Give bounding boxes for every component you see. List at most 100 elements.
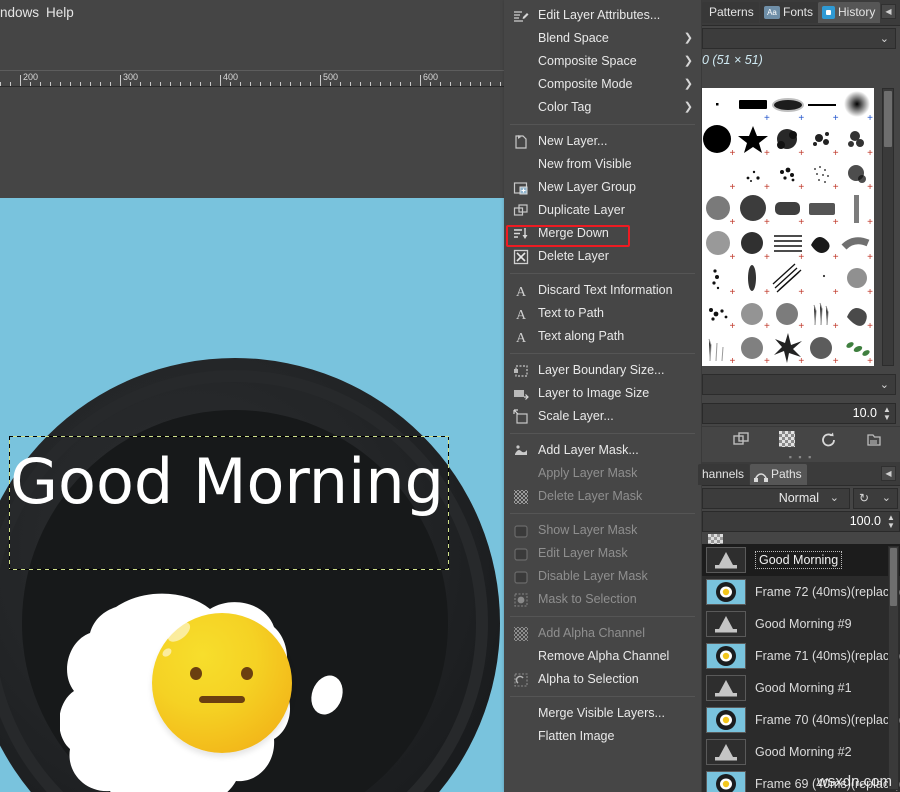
brush-size-field[interactable]: 10.0 ▲▼ — [702, 403, 896, 424]
brush-cell[interactable]: + — [771, 227, 805, 262]
menu-item-scale-layer[interactable]: Scale Layer... — [504, 405, 701, 428]
layer-row[interactable]: Frame 71 (40ms)(replace) — [702, 640, 900, 672]
menu-item-remove-alpha-channel[interactable]: Remove Alpha Channel — [504, 645, 701, 668]
brush-cell[interactable]: + — [702, 227, 736, 262]
layer-context-menu[interactable]: Edit Layer Attributes...Blend Space❯Comp… — [504, 0, 702, 792]
layer-name[interactable]: Good Morning #9 — [755, 617, 852, 631]
layer-row[interactable]: Frame 72 (40ms)(replace) — [702, 576, 900, 608]
menu-item-new-layer-group[interactable]: New Layer Group — [504, 176, 701, 199]
brush-cell[interactable]: + — [736, 192, 770, 227]
duplicate-brush-button[interactable] — [732, 431, 750, 449]
horizontal-ruler[interactable]: 200300400500600 — [0, 70, 504, 87]
layers-dock-tabrow[interactable]: hannels Paths ◀ — [702, 462, 900, 486]
menu-item-edit-layer-attributes[interactable]: Edit Layer Attributes... — [504, 4, 701, 27]
brush-cell[interactable]: + — [805, 88, 839, 123]
brush-cell[interactable]: + — [771, 192, 805, 227]
menu-item-new-layer[interactable]: New Layer... — [504, 130, 701, 153]
menu-item-add-layer-mask[interactable]: Add Layer Mask... — [504, 439, 701, 462]
brush-cell[interactable]: + — [840, 123, 874, 158]
brush-grid-scroll-thumb[interactable] — [884, 91, 892, 147]
menu-item-layer-boundary-size[interactable]: Layer Boundary Size... — [504, 359, 701, 382]
menu-item-new-from-visible[interactable]: New from Visible — [504, 153, 701, 176]
brush-cell[interactable]: + — [702, 192, 736, 227]
layers-dock-menu-button[interactable]: ◀ — [881, 466, 896, 481]
brush-cell[interactable]: + — [771, 123, 805, 158]
brush-cell[interactable]: + — [805, 158, 839, 193]
layer-row[interactable]: Good Morning #9 — [702, 608, 900, 640]
layer-list[interactable]: Good Morning Frame 72 (40ms)(replace) Good… — [702, 544, 900, 792]
brush-cell[interactable]: + — [840, 297, 874, 332]
menu-item-blend-space[interactable]: Blend Space❯ — [504, 27, 701, 50]
layer-list-scroll-thumb[interactable] — [890, 548, 897, 606]
brush-cell[interactable]: + — [736, 262, 770, 297]
brush-cell[interactable]: + — [805, 227, 839, 262]
layer-list-scrollbar[interactable] — [888, 546, 899, 790]
menu-item-text-along-path[interactable]: AText along Path — [504, 325, 701, 348]
menu-help[interactable]: Help — [46, 5, 74, 20]
brush-cell[interactable]: + — [840, 331, 874, 366]
menu-bar[interactable]: ndows Help — [0, 0, 504, 28]
menu-item-mask-to-selection[interactable]: Mask to Selection — [504, 588, 701, 611]
canvas-text-good-morning[interactable]: Good Morning — [10, 445, 450, 518]
brush-cell[interactable]: + — [736, 297, 770, 332]
brush-cell[interactable]: + — [736, 158, 770, 193]
layer-row[interactable]: Good Morning — [702, 544, 900, 576]
layer-name[interactable]: Good Morning — [755, 551, 842, 569]
blend-extra-combo[interactable]: ↻ ⌄ — [853, 488, 898, 509]
menu-item-show-layer-mask[interactable]: Show Layer Mask — [504, 519, 701, 542]
layer-row[interactable]: Frame 70 (40ms)(replace) — [702, 704, 900, 736]
brush-cell[interactable]: + — [771, 88, 805, 123]
menu-item-add-alpha-channel[interactable]: Add Alpha Channel — [504, 622, 701, 645]
brush-cell[interactable] — [702, 88, 736, 123]
brush-size-spinner[interactable]: ▲▼ — [882, 406, 892, 422]
brush-cell[interactable]: + — [840, 227, 874, 262]
layer-name[interactable]: Frame 72 (40ms)(replace) — [755, 585, 900, 599]
brush-grid-scrollbar[interactable] — [882, 88, 894, 366]
blend-mode-combo[interactable]: Normal ⌄ — [702, 488, 850, 509]
layer-name[interactable]: Frame 71 (40ms)(replace) — [755, 649, 900, 663]
layer-row[interactable]: Good Morning #1 — [702, 672, 900, 704]
layer-name[interactable]: Good Morning #2 — [755, 745, 852, 759]
brush-grid[interactable]: +++++++++++++++++++++++++++++++++++++++ — [702, 88, 874, 366]
brush-cell[interactable]: + — [702, 331, 736, 366]
menu-item-alpha-to-selection[interactable]: Alpha to Selection — [504, 668, 701, 691]
menu-item-text-to-path[interactable]: AText to Path — [504, 302, 701, 325]
brush-cell[interactable]: + — [805, 262, 839, 297]
brush-cell[interactable]: + — [771, 158, 805, 193]
menu-item-edit-layer-mask[interactable]: Edit Layer Mask — [504, 542, 701, 565]
menu-item-merge-down[interactable]: Merge Down — [504, 222, 701, 245]
menu-item-color-tag[interactable]: Color Tag❯ — [504, 96, 701, 119]
menu-item-disable-layer-mask[interactable]: Disable Layer Mask — [504, 565, 701, 588]
brush-action-buttons[interactable] — [702, 426, 900, 452]
tab-channels[interactable]: hannels — [698, 464, 749, 485]
brush-cell[interactable]: + — [702, 262, 736, 297]
layer-opacity-spinner[interactable]: ▲▼ — [886, 514, 896, 530]
brush-cell[interactable]: + — [840, 158, 874, 193]
brush-cell[interactable]: + — [702, 123, 736, 158]
image-canvas[interactable]: Good Morning APPUALS — [0, 198, 504, 792]
menu-item-duplicate-layer[interactable]: Duplicate Layer — [504, 199, 701, 222]
brush-cell[interactable]: + — [702, 297, 736, 332]
brush-cell[interactable]: + — [771, 331, 805, 366]
brush-options-combo[interactable]: ⌄ — [702, 374, 896, 395]
menu-item-apply-layer-mask[interactable]: Apply Layer Mask — [504, 462, 701, 485]
brush-cell[interactable]: + — [805, 297, 839, 332]
dock-menu-button[interactable]: ◀ — [881, 4, 896, 19]
tab-history[interactable]: History — [818, 2, 880, 23]
menu-windows[interactable]: ndows — [0, 5, 39, 20]
tab-paths[interactable]: Paths — [750, 464, 807, 485]
brush-cell[interactable]: + — [771, 262, 805, 297]
brush-cell[interactable]: + — [736, 123, 770, 158]
brush-cell[interactable]: + — [736, 88, 770, 123]
brush-filter-combo[interactable]: ⌄ — [702, 28, 896, 49]
brush-cell[interactable]: + — [805, 331, 839, 366]
menu-item-discard-text-information[interactable]: ADiscard Text Information — [504, 279, 701, 302]
menu-item-delete-layer-mask[interactable]: Delete Layer Mask — [504, 485, 701, 508]
brush-cell[interactable]: + — [840, 192, 874, 227]
dock-resize-grip[interactable]: ▪ ▪ ▪ — [702, 452, 900, 460]
layer-name[interactable]: Good Morning #1 — [755, 681, 852, 695]
layer-opacity-field[interactable]: 100.0 ▲▼ — [702, 511, 900, 532]
delete-brush-button[interactable] — [779, 431, 795, 447]
blend-mode-row[interactable]: Normal ⌄ ↻ ⌄ — [702, 487, 900, 511]
brush-cell[interactable]: + — [805, 192, 839, 227]
